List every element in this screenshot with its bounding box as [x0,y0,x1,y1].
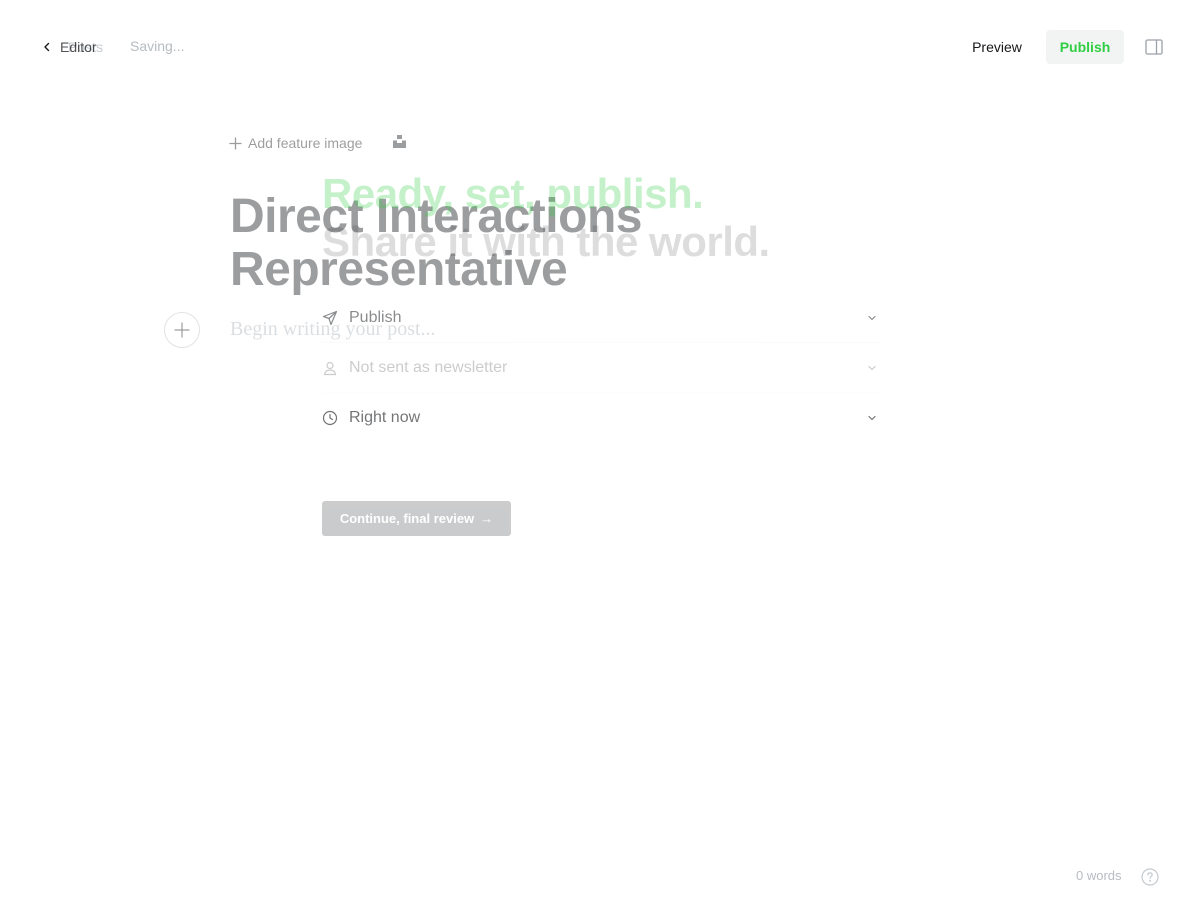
chevron-down-icon [866,362,878,374]
editor-topbar: Posts Editor Saving... Preview Publish [0,0,1200,94]
schedule-option[interactable]: Right now [322,393,880,443]
editor-canvas: Add feature image Direct Interactions Re… [0,0,1200,924]
chevron-down-icon [866,312,878,324]
publish-button[interactable]: Publish [1046,30,1124,64]
save-status: Saving... [130,38,185,54]
continue-final-review-button[interactable]: Continue, final review → [322,501,511,536]
publish-flow-headline: Ready, set, publish. [322,170,704,217]
clock-icon [322,410,338,426]
add-feature-image-label: Add feature image [248,135,363,151]
plus-icon [174,322,190,338]
sidebar-toggle-icon[interactable] [1145,39,1163,55]
back-label-stack: Posts Editor [60,37,120,57]
back-label-editor: Editor [60,39,97,55]
publish-type-label: Publish [349,308,402,326]
user-icon [322,360,338,376]
publish-type-option[interactable]: Publish [322,293,880,343]
plus-icon [229,136,242,150]
publish-flow-subheadline: Share it with the world. [322,218,770,265]
add-card-button[interactable] [164,312,200,348]
send-icon [322,310,338,326]
newsletter-option-label: Not sent as newsletter [349,358,508,376]
post-editor-page: Posts Editor Saving... Preview Publish A… [0,0,1200,924]
chevron-left-icon [44,42,50,52]
add-feature-image-button[interactable]: Add feature image [229,133,362,153]
arrow-right-icon: → [480,511,494,526]
unsplash-icon[interactable] [392,134,407,149]
continue-button-label: Continue, final review [339,511,475,526]
back-link[interactable]: Posts Editor [40,36,120,58]
newsletter-option[interactable]: Not sent as newsletter [322,343,880,393]
preview-button[interactable]: Preview [958,30,1036,64]
schedule-option-label: Right now [349,409,421,426]
chevron-down-icon [866,412,878,424]
